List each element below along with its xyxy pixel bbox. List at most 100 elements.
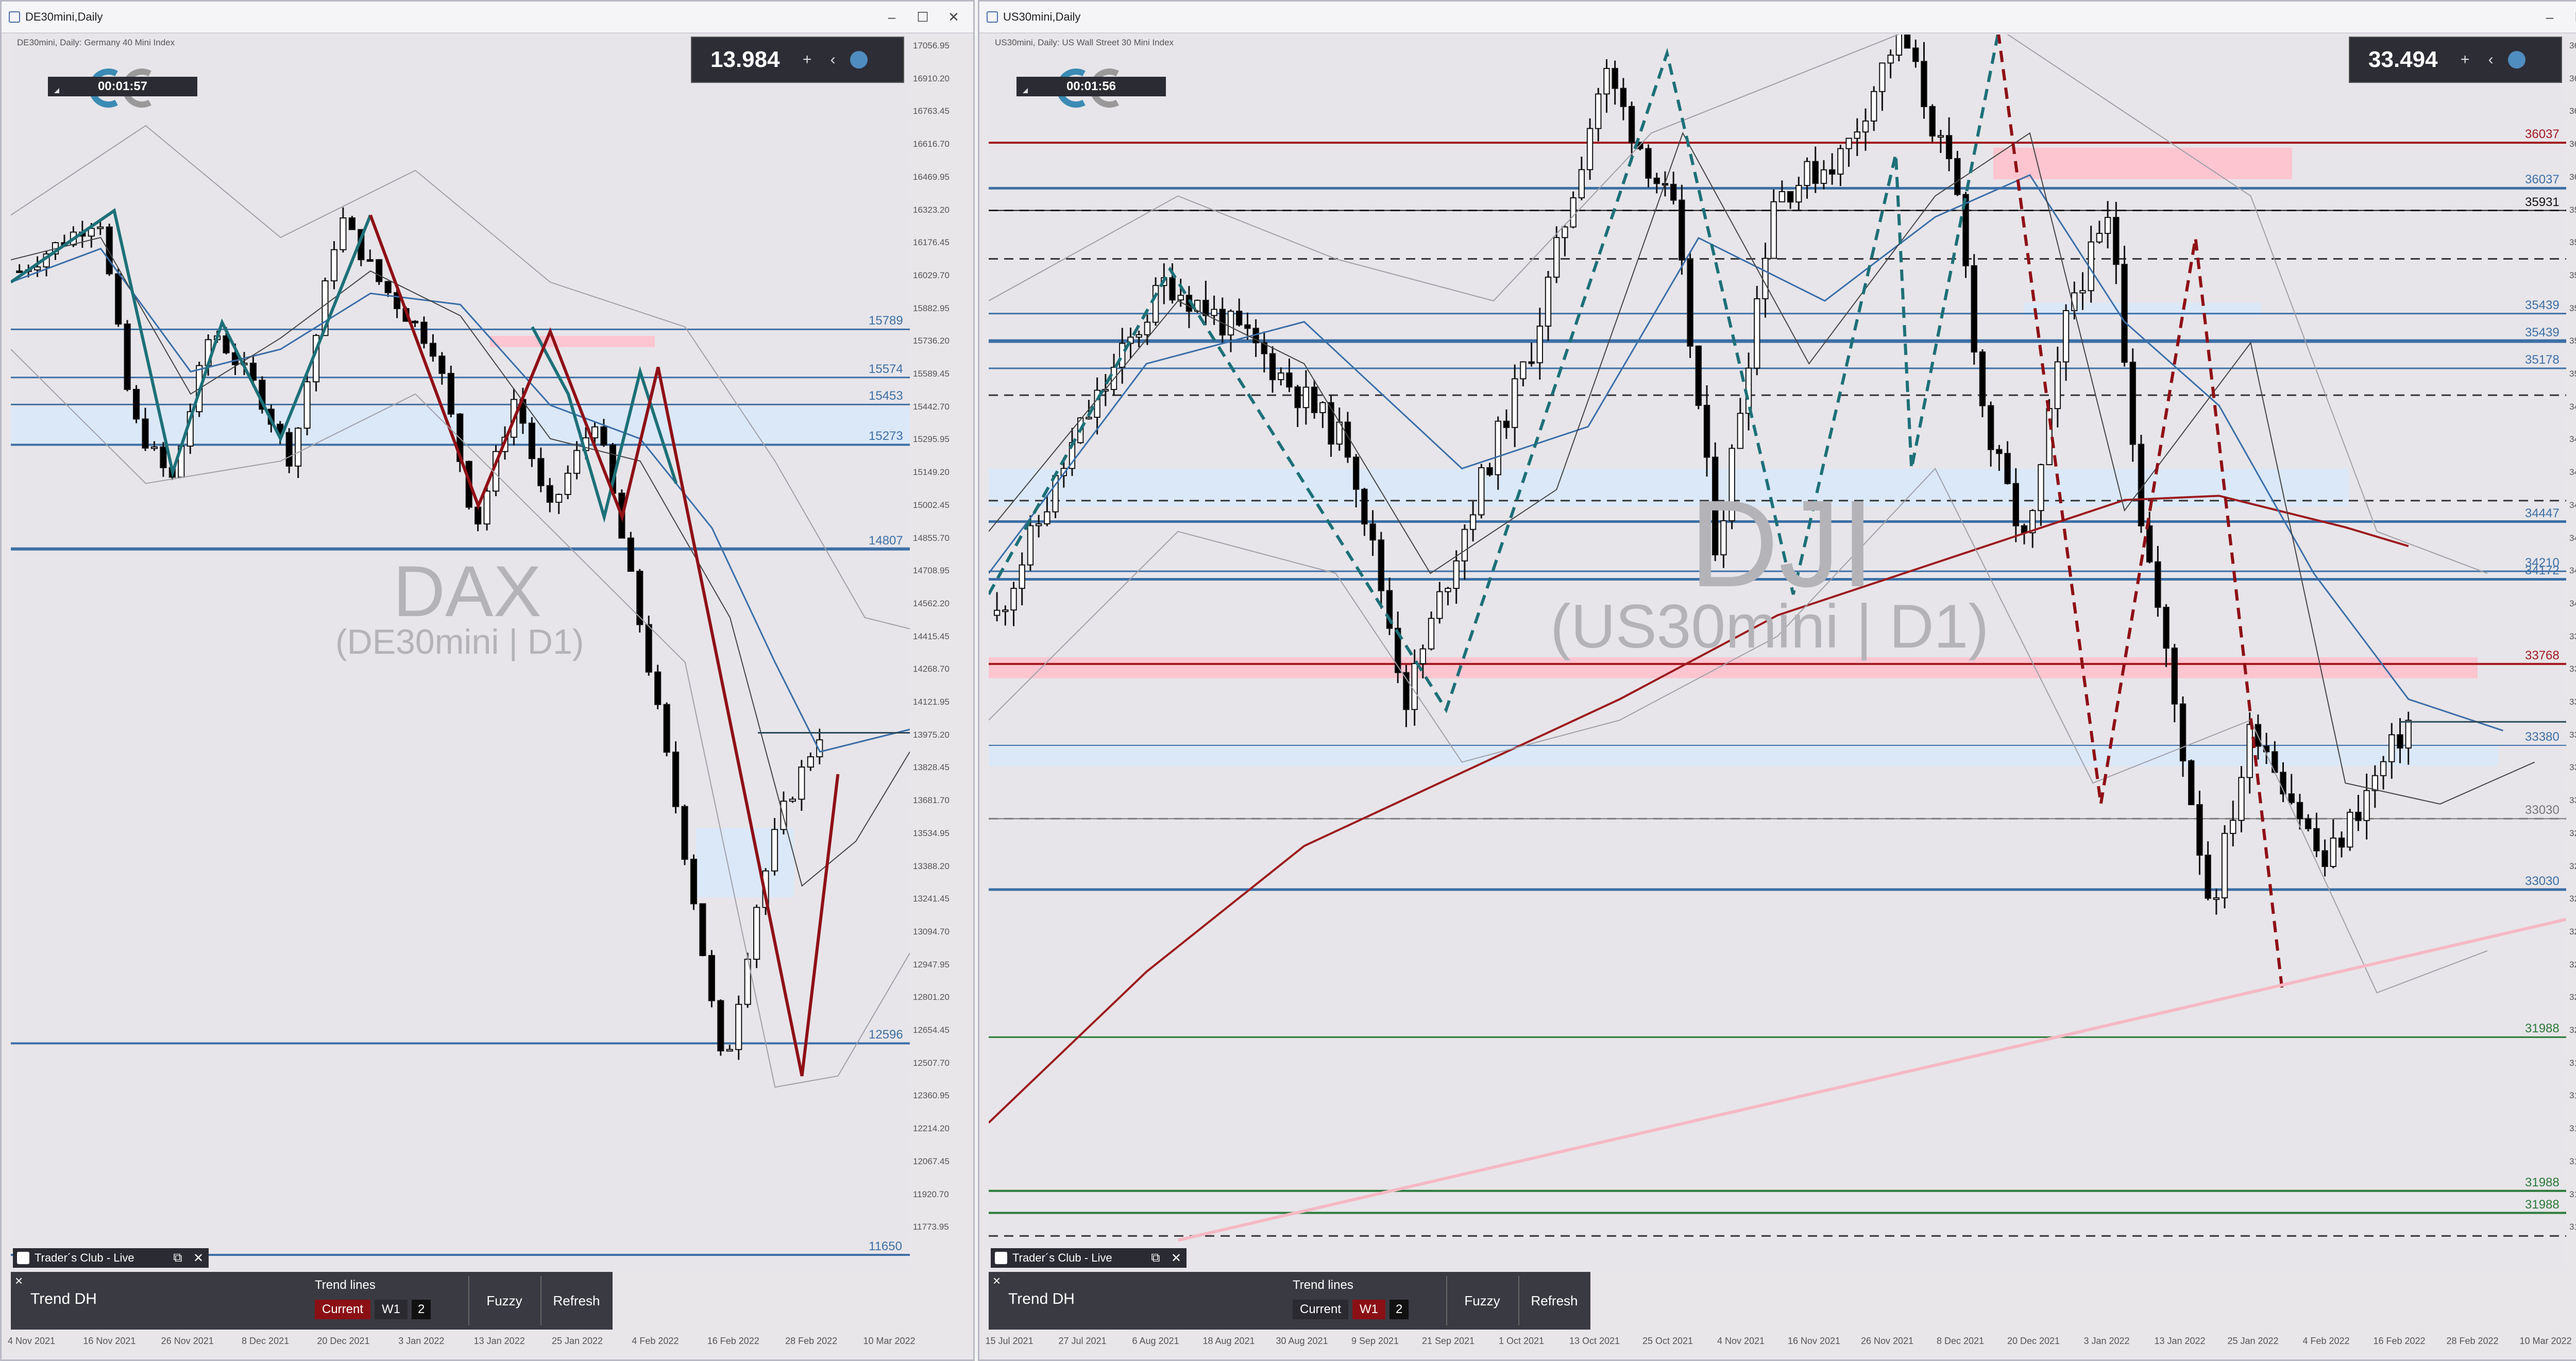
panel-close-icon[interactable]: ×: [993, 1273, 1001, 1289]
plus-icon[interactable]: +: [2452, 51, 2478, 69]
price-tick: 15002.45: [913, 500, 950, 510]
candle-bull: [1854, 131, 1860, 139]
candle-bear: [600, 426, 607, 446]
pink-trend-line: [1177, 917, 2566, 1242]
fuzzy-button[interactable]: Fuzzy: [468, 1276, 539, 1325]
maximize-button[interactable]: ☐: [907, 6, 938, 28]
price-tick: 12360.95: [913, 1091, 950, 1101]
refresh-button[interactable]: Refresh: [540, 1276, 612, 1325]
price-tick: 16469.95: [913, 172, 950, 182]
price-axis[interactable]: 36716.00 36560.00 36403.00 36247.00 36090.00…: [2567, 35, 2576, 1271]
minimize-button[interactable]: –: [2534, 6, 2565, 28]
title-bar[interactable]: US30mini,Daily – ☐ ✕: [979, 2, 2576, 33]
candle-bear: [429, 343, 437, 357]
price-tick: 36247.00: [2569, 139, 2576, 149]
chevron-left-icon[interactable]: ‹: [820, 51, 846, 69]
refresh-button[interactable]: Refresh: [1518, 1276, 1589, 1325]
price-tick: 34682.00: [2569, 467, 2576, 478]
price-axis[interactable]: 17056.95 16910.20 16763.45 16616.70 16469.95…: [911, 35, 973, 1271]
trend-panel[interactable]: × Trend DH Trend lines Current W1 2 Fuzz…: [989, 1272, 1590, 1330]
plus-icon[interactable]: +: [794, 51, 820, 69]
price-tick: 33743.00: [2569, 664, 2576, 674]
spread-widget[interactable]: 13.984 + ‹: [691, 37, 904, 83]
candle-bear: [1294, 386, 1301, 409]
candle-bull: [2330, 837, 2336, 867]
candle-bear: [690, 859, 698, 905]
window-us30[interactable]: US30mini,Daily – ☐ ✕ US30mini, Daily: US…: [978, 0, 2576, 1361]
candle-bear: [115, 273, 122, 325]
level-label: 33030: [2525, 874, 2560, 888]
timeframe-button[interactable]: W1: [1352, 1300, 1386, 1319]
count-field[interactable]: 2: [1389, 1300, 1409, 1319]
candle-bear: [2296, 802, 2303, 820]
restore-icon[interactable]: ⧉: [1145, 1251, 1166, 1266]
spread-widget[interactable]: 33.494 + ‹: [2349, 37, 2562, 83]
price-tick: 14855.70: [913, 533, 950, 543]
candle-bull: [1520, 361, 1527, 380]
date-tick: 28 Feb 2022: [785, 1336, 838, 1346]
price-tick: 14708.95: [913, 566, 950, 576]
price-tick: 35621.00: [2569, 270, 2576, 280]
price-tick: 16616.70: [913, 139, 950, 149]
minimize-button[interactable]: –: [876, 6, 907, 28]
candle-bear: [1503, 420, 1510, 428]
date-axis[interactable]: 15 Jul 2021 27 Jul 2021 6 Aug 2021 18 Aug 2…: [985, 1336, 2571, 1351]
candle-bull: [1002, 609, 1009, 613]
price-tick: 35777.00: [2569, 237, 2576, 248]
candle-bear: [1369, 523, 1376, 541]
price-tick: 15149.20: [913, 467, 950, 478]
chevron-left-icon[interactable]: ‹: [2478, 51, 2504, 69]
current-button[interactable]: Current: [1293, 1300, 1349, 1319]
traders-club-bar[interactable]: Trader´s Club - Live ⧉ ✕: [991, 1248, 1187, 1268]
candle-bear: [672, 752, 680, 807]
candle-bear: [2146, 525, 2153, 563]
level-label: 34172: [2525, 564, 2560, 578]
candle-bull: [2380, 761, 2387, 776]
candle-bear: [1244, 324, 1251, 329]
candle-bear: [1653, 177, 1660, 184]
trend-panel[interactable]: × Trend DH Trend lines Current W1 2 Fuzz…: [11, 1272, 613, 1330]
candle-bull: [1837, 148, 1844, 175]
price-tick: 36090.00: [2569, 172, 2576, 182]
window-de30[interactable]: DE30mini,Daily – ☐ ✕ DE30mini, Daily: Ge…: [0, 0, 975, 1361]
candle-bull: [2079, 290, 2086, 294]
timeframe-button[interactable]: W1: [375, 1300, 408, 1319]
close-icon[interactable]: ✕: [188, 1251, 209, 1266]
price-tick: 33586.00: [2569, 697, 2576, 707]
candle-bull: [2038, 464, 2044, 512]
level-label: 35931: [2525, 195, 2560, 209]
price-tick: 13975.20: [913, 729, 950, 740]
candle-bull: [2371, 775, 2379, 791]
price-tick: 15882.95: [913, 303, 950, 313]
candle-bear: [1971, 265, 1977, 353]
candle-bear: [366, 259, 374, 262]
traders-club-bar[interactable]: Trader´s Club - Live ⧉ ✕: [13, 1248, 209, 1268]
price-tick: 12067.45: [913, 1156, 950, 1166]
level-label: 15273: [869, 429, 903, 444]
date-tick: 4 Nov 2021: [7, 1336, 56, 1346]
count-field[interactable]: 2: [412, 1300, 431, 1319]
restore-icon[interactable]: ⧉: [167, 1251, 188, 1266]
date-tick: 10 Mar 2022: [2519, 1336, 2572, 1346]
candle-bull: [1152, 285, 1159, 323]
fuzzy-button[interactable]: Fuzzy: [1446, 1276, 1517, 1325]
chart-area[interactable]: DE30mini, Daily: Germany 40 Mini Index 0…: [11, 35, 910, 1271]
chart-area[interactable]: US30mini, Daily: US Wall Street 30 Mini …: [989, 35, 2566, 1271]
close-button[interactable]: ✕: [938, 6, 969, 28]
candle-bull: [1319, 402, 1326, 413]
price-tick: 11920.70: [913, 1189, 949, 1199]
current-button[interactable]: Current: [315, 1300, 371, 1319]
candle-bull: [1545, 277, 1552, 327]
maximize-button[interactable]: ☐: [2565, 6, 2576, 28]
candle-bear: [106, 226, 113, 275]
candle-bull: [2062, 310, 2070, 363]
date-axis[interactable]: 4 Nov 2021 16 Nov 2021 26 Nov 2021 8 Dec 20…: [7, 1336, 916, 1351]
candle-bull: [2096, 233, 2103, 243]
close-icon[interactable]: ✕: [1166, 1251, 1187, 1266]
level-label: 15789: [869, 314, 903, 328]
candle-bull: [1895, 35, 1903, 56]
title-bar[interactable]: DE30mini,Daily – ☐ ✕: [2, 2, 973, 33]
panel-close-icon[interactable]: ×: [15, 1273, 23, 1289]
price-tick: 31082.00: [2569, 1222, 2576, 1232]
candle-bull: [1578, 169, 1585, 198]
